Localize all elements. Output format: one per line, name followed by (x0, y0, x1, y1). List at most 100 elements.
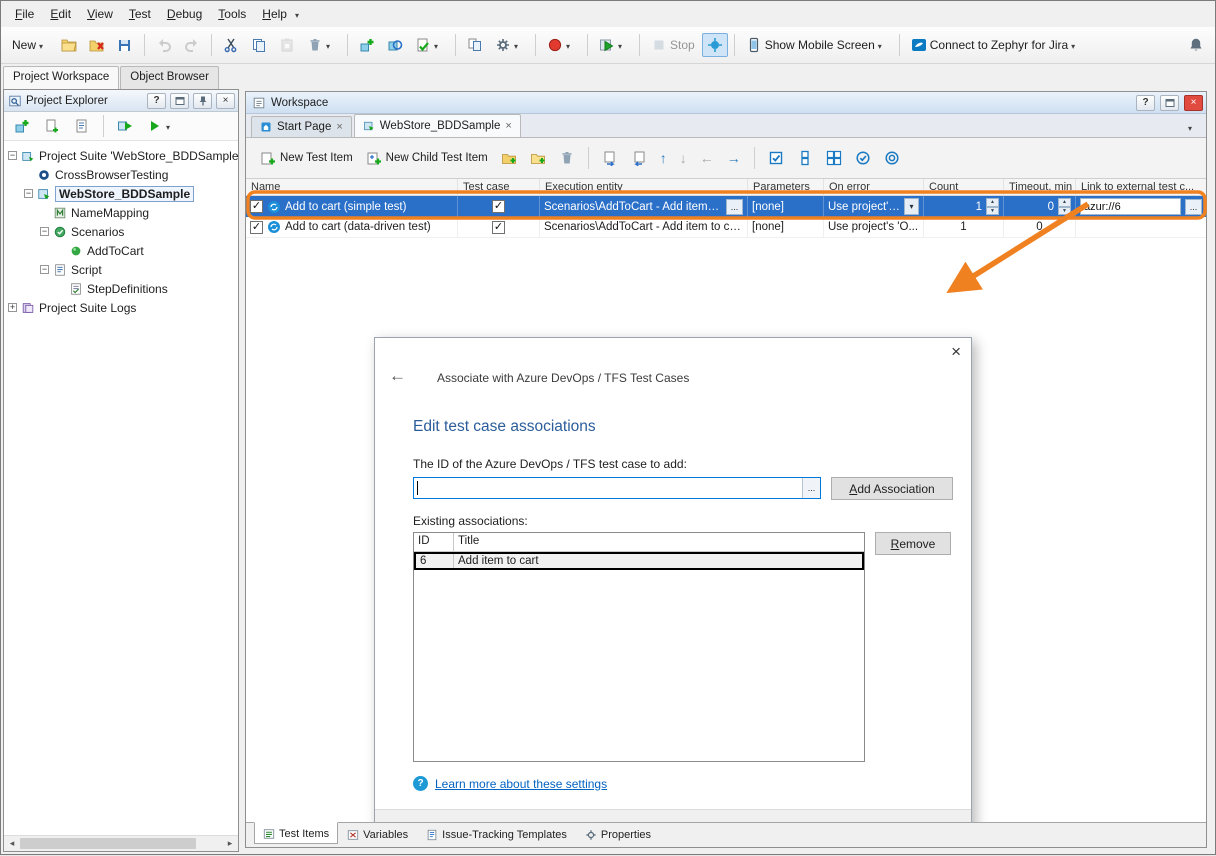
test-case-id-input[interactable]: ... (413, 477, 821, 499)
remove-button[interactable]: Remove (875, 532, 951, 555)
show-mobile-dropdown-icon[interactable] (878, 38, 888, 52)
add-project-suite-button[interactable] (9, 114, 35, 138)
tree-item-crossbrowsertesting[interactable]: CrossBrowserTesting (4, 165, 238, 184)
timeout-spinner[interactable] (1058, 198, 1071, 215)
tree-item-script[interactable]: Script (4, 260, 238, 279)
close-project-button[interactable] (84, 33, 110, 57)
workspace-close-button[interactable] (1184, 95, 1203, 111)
tab-start-page[interactable]: Start Page (251, 116, 352, 137)
disable-item-button[interactable] (880, 147, 904, 169)
options-dropdown-icon[interactable] (514, 38, 524, 52)
options-button[interactable] (490, 33, 529, 57)
menu-overflow-chevron-icon[interactable] (295, 7, 305, 21)
tab-object-browser[interactable]: Object Browser (120, 66, 219, 89)
new-button[interactable]: New (7, 34, 54, 56)
explorer-close-button[interactable] (216, 93, 235, 109)
delete-test-item-button[interactable] (555, 147, 579, 169)
table-row[interactable]: Add to cart (data-driven test) Scenarios… (246, 217, 1206, 238)
object-browser-button[interactable] (382, 33, 408, 57)
count-spinner[interactable] (986, 198, 999, 215)
test-case-checkbox[interactable] (492, 200, 505, 213)
enable-item-button[interactable] (851, 147, 875, 169)
on-error-dropdown-icon[interactable] (904, 198, 919, 215)
move-items-button[interactable] (627, 147, 651, 169)
stop-button[interactable]: Stop (646, 33, 700, 57)
check-selected-button[interactable] (764, 147, 788, 169)
new-group-button[interactable] (497, 147, 521, 169)
add-project-button[interactable] (39, 114, 65, 138)
association-row-selected[interactable]: 6 Add item to cart (414, 552, 864, 570)
tab-test-items[interactable]: Test Items (254, 822, 338, 844)
tab-issue-tracking-templates[interactable]: Issue-Tracking Templates (417, 823, 576, 845)
copy-button[interactable] (246, 33, 272, 57)
menu-help[interactable]: Help (254, 3, 295, 25)
compare-button[interactable] (462, 33, 488, 57)
move-up-button[interactable]: ↑ (656, 150, 671, 166)
cancel-button[interactable]: Cancel (879, 822, 955, 823)
tree-item-stepdefinitions[interactable]: StepDefinitions (4, 279, 238, 298)
run-test-button[interactable] (594, 33, 633, 57)
tree-item-webstore-bddsample[interactable]: WebStore_BDDSample (4, 184, 238, 203)
move-down-button[interactable]: ↓ (676, 150, 691, 166)
explorer-float-button[interactable] (170, 93, 189, 109)
tree-item-project-suite-logs[interactable]: Project Suite Logs (4, 298, 238, 317)
finish-button[interactable]: Finish (793, 822, 869, 823)
scroll-right-button[interactable]: ▸ (222, 836, 238, 851)
expander-icon[interactable] (40, 265, 49, 274)
save-all-button[interactable] (112, 33, 138, 57)
add-new-item-button[interactable] (354, 33, 380, 57)
menu-file[interactable]: File (7, 3, 42, 25)
learn-more-link[interactable]: Learn more about these settings (435, 777, 607, 791)
record-dropdown-icon[interactable] (566, 38, 576, 52)
explorer-help-button[interactable] (147, 93, 166, 109)
browse-test-case-button[interactable]: ... (802, 478, 820, 498)
tree-item-addtocart[interactable]: AddToCart (4, 241, 238, 260)
move-right-button[interactable]: → (723, 150, 745, 166)
new-dropdown-icon[interactable] (39, 38, 49, 52)
external-link-field[interactable]: azur://6 (1080, 198, 1181, 215)
new-child-test-item-button[interactable]: New Child Test Item (362, 147, 492, 169)
open-item-button[interactable] (69, 114, 95, 138)
column-header-test-case[interactable]: Test case (458, 179, 540, 195)
column-header-title[interactable]: Title (454, 533, 864, 551)
menu-test[interactable]: Test (121, 3, 159, 25)
delete-button[interactable] (302, 33, 341, 57)
run-project-button[interactable] (142, 114, 181, 138)
menu-tools[interactable]: Tools (210, 3, 254, 25)
tree-item-namemapping[interactable]: NameMapping (4, 203, 238, 222)
add-association-button[interactable]: Add Association (831, 477, 953, 500)
workspace-help-button[interactable] (1136, 95, 1155, 111)
expander-icon[interactable] (40, 227, 49, 236)
column-header-timeout[interactable]: Timeout, min (1004, 179, 1076, 195)
uncheck-selected-button[interactable] (793, 147, 817, 169)
close-tab-icon[interactable] (336, 121, 342, 133)
tab-webstore-bddsample[interactable]: WebStore_BDDSample (354, 114, 521, 137)
record-test-button[interactable] (542, 33, 581, 57)
move-left-button[interactable]: ← (696, 150, 718, 166)
table-row-selected[interactable]: Add to cart (simple test) Scenarios\AddT… (246, 196, 1206, 217)
column-header-id[interactable]: ID (414, 533, 454, 551)
show-mobile-screen-button[interactable]: Show Mobile Screen (741, 33, 893, 57)
redo-button[interactable] (179, 33, 205, 57)
copy-items-button[interactable] (598, 147, 622, 169)
tab-variables[interactable]: Variables (338, 823, 417, 845)
tree-item-project-suite[interactable]: Project Suite 'WebStore_BDDSample' (1 (4, 146, 238, 165)
delete-dropdown-icon[interactable] (326, 38, 336, 52)
horizontal-scrollbar[interactable]: ◂ ▸ (4, 835, 238, 851)
explorer-pin-button[interactable] (193, 93, 212, 109)
open-button[interactable] (56, 33, 82, 57)
checkpoint-dropdown-icon[interactable] (434, 38, 444, 52)
row-checkbox[interactable] (250, 200, 263, 213)
debug-toggle-button[interactable] (702, 33, 728, 57)
tab-project-workspace[interactable]: Project Workspace (3, 66, 119, 89)
menu-view[interactable]: View (79, 3, 121, 25)
menu-debug[interactable]: Debug (159, 3, 210, 25)
close-tab-icon[interactable] (505, 120, 511, 132)
cut-button[interactable] (218, 33, 244, 57)
row-checkbox[interactable] (250, 221, 263, 234)
column-header-execution-entity[interactable]: Execution entity (540, 179, 748, 195)
dialog-back-icon[interactable] (389, 366, 406, 386)
column-header-link[interactable]: Link to external test c... (1076, 179, 1206, 195)
tree-item-scenarios[interactable]: Scenarios (4, 222, 238, 241)
paste-button[interactable] (274, 33, 300, 57)
